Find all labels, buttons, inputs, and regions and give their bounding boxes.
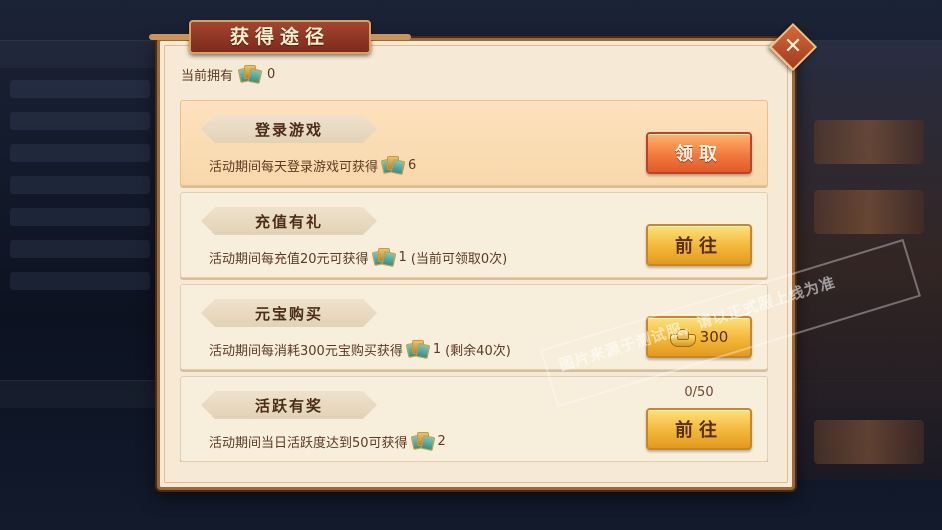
card-description: 活动期间每天登录游戏可获得 6 bbox=[209, 153, 416, 177]
lottery-ticket-icon bbox=[405, 339, 431, 360]
card-desc-suffix: (剩余40次) bbox=[445, 343, 511, 359]
card-label-plate: 活跃有奖 bbox=[201, 391, 377, 419]
background-list-row bbox=[10, 240, 150, 258]
background-tile bbox=[814, 420, 924, 464]
lottery-ticket-icon bbox=[237, 64, 263, 85]
owned-label: 当前拥有 bbox=[181, 68, 234, 84]
card-label-plate: 充值有礼 bbox=[201, 207, 377, 235]
card-description: 活动期间每消耗300元宝购买获得 1 (剩余40次) bbox=[209, 337, 511, 361]
dialog-title: 获得途径 bbox=[229, 26, 330, 48]
lottery-ticket-icon bbox=[371, 247, 396, 268]
background-list-row bbox=[10, 208, 150, 226]
list-item-login: 登录游戏 活动期间每天登录游戏可获得 6 领取 bbox=[180, 100, 768, 186]
list-item-recharge: 充值有礼 活动期间每充值20元可获得 1 (当前可领取0次) 前往 bbox=[180, 192, 768, 278]
card-desc-amount: 1 bbox=[398, 249, 407, 265]
owned-count: 0 bbox=[267, 66, 276, 82]
background-list-row bbox=[10, 112, 150, 130]
dialog-title-plate: 获得途径 bbox=[149, 20, 411, 54]
claim-button-label: 领取 bbox=[675, 144, 723, 165]
card-desc-text: 活动期间每消耗300元宝购买获得 bbox=[209, 343, 403, 359]
card-desc-amount: 1 bbox=[432, 341, 442, 357]
go-button[interactable]: 前往 bbox=[646, 408, 752, 450]
card-desc-text: 活动期间当日活跃度达到50可获得 bbox=[209, 435, 408, 451]
go-button-label: 前往 bbox=[675, 236, 723, 257]
go-button[interactable]: 前往 bbox=[646, 224, 752, 266]
card-description: 活动期间每充值20元可获得 1 (当前可领取0次) bbox=[209, 245, 507, 269]
card-title: 登录游戏 bbox=[254, 120, 323, 139]
owned-count-row: 当前拥有 0 bbox=[181, 62, 275, 86]
close-icon[interactable]: ✕ bbox=[776, 30, 810, 64]
claim-button[interactable]: 领取 bbox=[646, 132, 752, 174]
background-list-row bbox=[10, 144, 150, 162]
lottery-ticket-icon bbox=[380, 155, 406, 176]
lottery-ticket-icon bbox=[410, 431, 435, 452]
card-title: 充值有礼 bbox=[254, 212, 323, 231]
background-list-row bbox=[10, 176, 150, 194]
card-description: 活动期间当日活跃度达到50可获得 2 bbox=[209, 429, 446, 453]
card-desc-text: 活动期间每充值20元可获得 bbox=[209, 251, 369, 267]
background-list-row bbox=[10, 272, 150, 290]
go-button-label: 前往 bbox=[675, 420, 723, 441]
card-desc-amount: 2 bbox=[437, 433, 446, 449]
list-item-activity: 活跃有奖 0/50 活动期间当日活跃度达到50可获得 2 前往 bbox=[180, 376, 768, 462]
card-desc-text: 活动期间每天登录游戏可获得 bbox=[209, 159, 379, 175]
background-tile bbox=[814, 190, 924, 234]
background-tile bbox=[814, 120, 924, 164]
acquisition-list[interactable]: 登录游戏 活动期间每天登录游戏可获得 6 领取 充值有礼 活动期间每充值20元可… bbox=[180, 100, 770, 462]
card-label-plate: 登录游戏 bbox=[201, 115, 377, 143]
card-desc-amount: 6 bbox=[408, 157, 417, 173]
card-desc-suffix: (当前可领取0次) bbox=[410, 251, 508, 267]
background-list-row bbox=[10, 80, 150, 98]
card-title: 活跃有奖 bbox=[254, 396, 323, 415]
card-label-plate: 元宝购买 bbox=[201, 299, 377, 327]
card-title: 元宝购买 bbox=[254, 304, 323, 323]
activity-progress: 0/50 bbox=[684, 385, 714, 400]
